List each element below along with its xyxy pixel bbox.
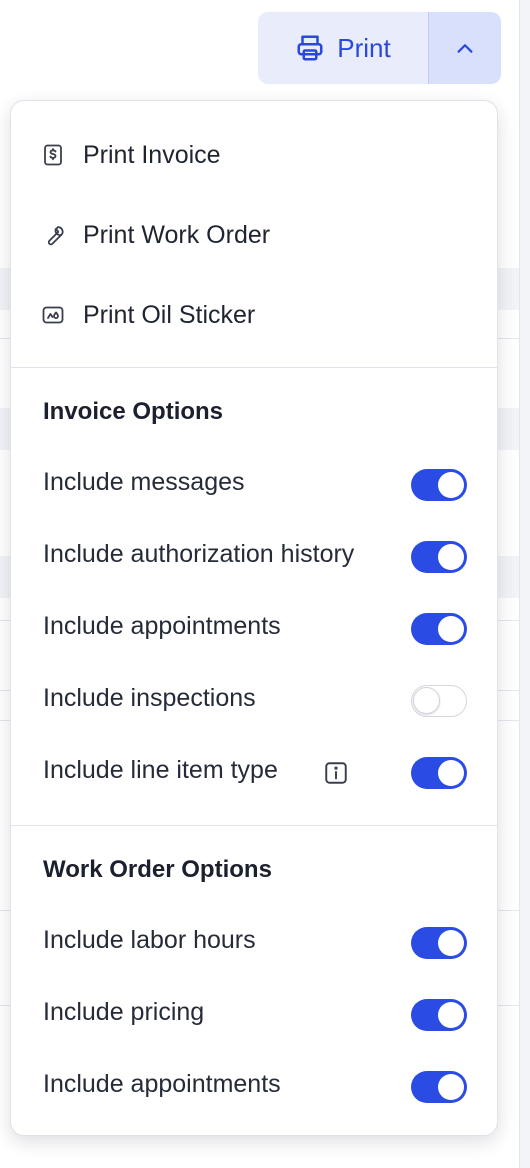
chevron-up-icon (457, 44, 473, 53)
toggle-knob (413, 687, 440, 714)
print-options-dropdown: Print Invoice Print Work Order Print Oil… (10, 100, 498, 1136)
option-label-include-appointments: Include appointments (43, 612, 281, 640)
toggle-include-inspections[interactable] (411, 685, 467, 717)
page-scrollbar-edge (519, 0, 530, 1168)
toggle-include-appointments[interactable] (411, 613, 467, 645)
option-label-include-line-item-type: Include line item type (43, 756, 278, 784)
toggle-include-pricing[interactable] (411, 999, 467, 1031)
option-label-include-messages: Include messages (43, 468, 245, 496)
toggle-include-labor-hours[interactable] (411, 927, 467, 959)
toggle-knob (438, 760, 464, 786)
menu-item-label: Print Work Order (83, 220, 271, 249)
toggle-knob (438, 472, 464, 498)
toggle-include-authorization-history[interactable] (411, 541, 467, 573)
invoice-options-title: Invoice Options (43, 398, 224, 425)
section-divider (11, 825, 497, 826)
oil-sticker-icon (42, 306, 64, 324)
wrench-icon (47, 226, 64, 246)
menu-item-print-work-order[interactable]: Print Work Order (11, 205, 499, 265)
toggle-knob (438, 544, 464, 570)
print-button[interactable]: Print (258, 12, 428, 84)
menu-item-label: Print Oil Sticker (83, 300, 256, 329)
menu-item-label: Print Invoice (83, 140, 221, 169)
option-label-include-appointments: Include appointments (43, 1070, 281, 1098)
section-divider (11, 367, 497, 368)
option-label-include-authorization-history: Include authorization history (43, 540, 355, 568)
toggle-knob (438, 616, 464, 642)
menu-item-print-invoice[interactable]: Print Invoice (11, 125, 499, 185)
toggle-include-messages[interactable] (411, 469, 467, 501)
info-icon[interactable] (323, 760, 349, 786)
print-button-label: Print (337, 32, 391, 63)
print-split-button: Print (258, 12, 501, 84)
toggle-knob (438, 1074, 464, 1100)
work-order-options-title: Work Order Options (43, 856, 272, 883)
print-menu-toggle[interactable] (428, 12, 501, 84)
toggle-knob (438, 1002, 464, 1028)
option-label-include-labor-hours: Include labor hours (43, 926, 256, 954)
invoice-dollar-icon (44, 144, 62, 166)
toggle-include-appointments-work-order[interactable] (411, 1071, 467, 1103)
option-label-include-pricing: Include pricing (43, 998, 205, 1026)
toggle-knob (438, 930, 464, 956)
option-label-include-inspections: Include inspections (43, 684, 256, 712)
printer-icon (297, 35, 323, 61)
toggle-include-line-item-type[interactable] (411, 757, 467, 789)
menu-item-print-oil-sticker[interactable]: Print Oil Sticker (11, 285, 499, 345)
